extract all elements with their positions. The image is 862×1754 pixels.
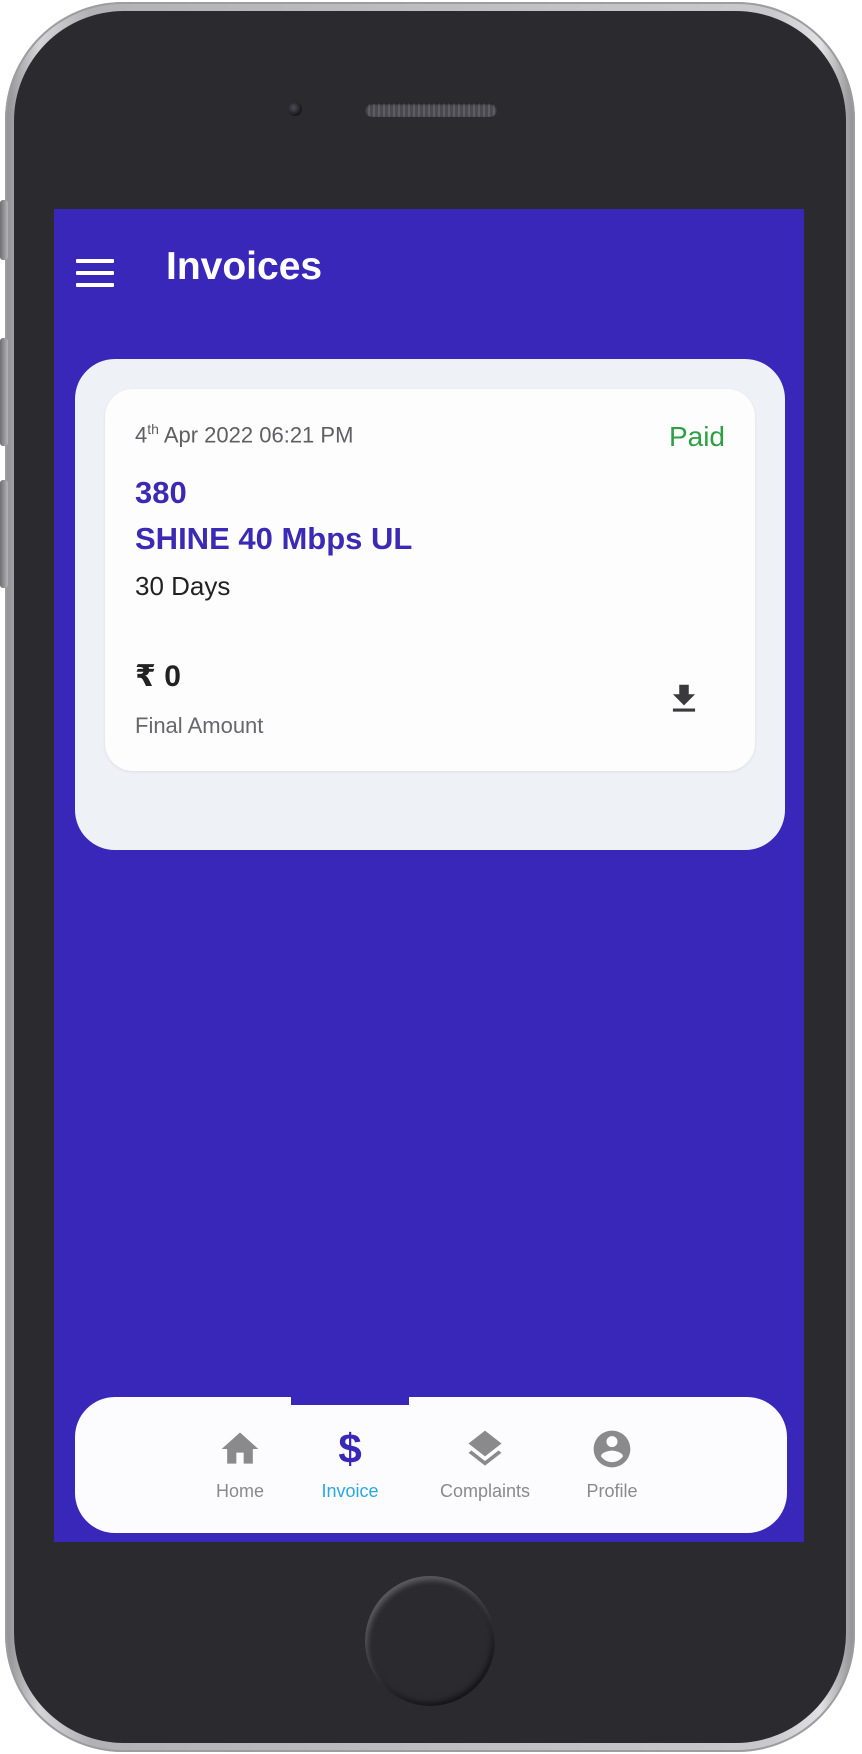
silent-switch <box>0 200 8 260</box>
nav-label-profile: Profile <box>586 1481 638 1501</box>
invoice-number: 380 <box>135 475 187 510</box>
nav-item-profile[interactable]: Profile <box>572 1427 652 1517</box>
bottom-navigation: Home $ Invoice Complaints Profile <box>75 1397 787 1533</box>
account-circle-icon <box>593 1430 631 1468</box>
dollar-icon: $ <box>338 1425 362 1472</box>
volume-up-button <box>0 338 8 446</box>
active-tab-indicator <box>291 1397 409 1405</box>
nav-item-invoice[interactable]: $ Invoice <box>305 1427 395 1517</box>
app-bar: Invoices <box>54 209 804 329</box>
volume-down-button <box>0 480 8 588</box>
earpiece-speaker <box>365 103 497 117</box>
app-screen: Invoices 4th Apr 2022 06:21 PM Paid 380 … <box>54 209 804 1542</box>
invoice-card[interactable]: 4th Apr 2022 06:21 PM Paid 380 SHINE 40 … <box>105 389 755 771</box>
nav-item-complaints[interactable]: Complaints <box>430 1427 540 1517</box>
invoice-status-badge: Paid <box>668 421 725 452</box>
hamburger-menu-icon[interactable] <box>76 259 114 287</box>
nav-label-complaints: Complaints <box>439 1481 531 1501</box>
download-icon[interactable] <box>665 679 703 719</box>
home-icon <box>221 1432 259 1464</box>
invoice-plan-duration: 30 Days <box>135 571 231 601</box>
invoice-list-panel: 4th Apr 2022 06:21 PM Paid 380 SHINE 40 … <box>75 359 785 850</box>
front-camera <box>288 102 302 116</box>
nav-label-invoice: Invoice <box>321 1481 379 1501</box>
invoice-date: 4th Apr 2022 06:21 PM <box>135 421 354 448</box>
nav-item-home[interactable]: Home <box>200 1427 280 1517</box>
nav-label-home: Home <box>215 1481 264 1501</box>
invoice-final-amount: ₹ 0 <box>135 660 181 693</box>
home-hardware-button[interactable] <box>365 1576 495 1706</box>
layers-icon <box>468 1430 502 1466</box>
invoice-plan-name: SHINE 40 Mbps UL <box>135 521 413 556</box>
final-amount-label: Final Amount <box>135 713 264 738</box>
page-title: Invoices <box>166 245 323 288</box>
